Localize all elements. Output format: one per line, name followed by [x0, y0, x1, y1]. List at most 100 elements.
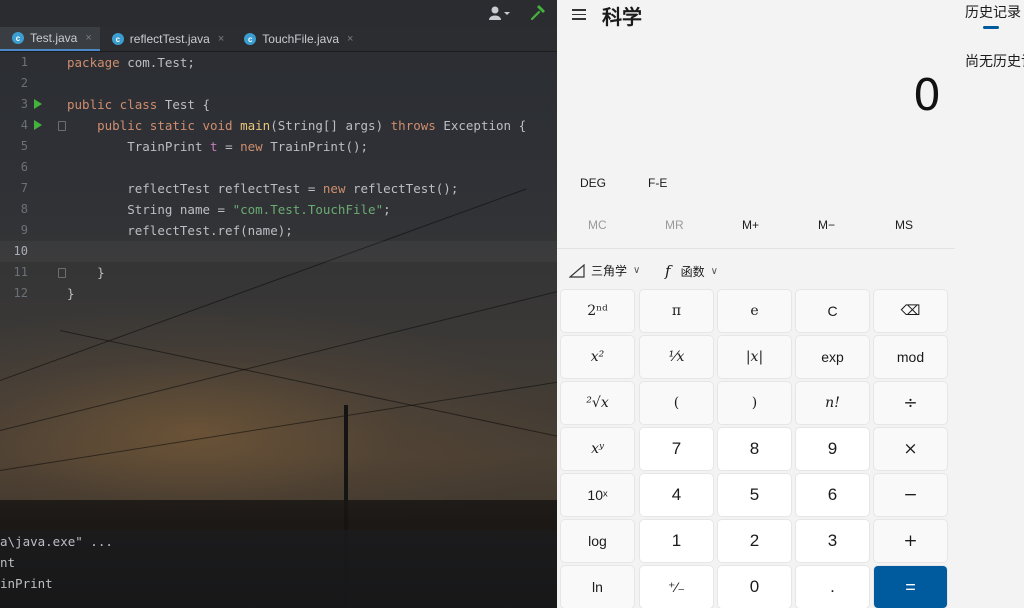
memory-subtract-button[interactable]: M−: [818, 218, 835, 232]
line-number: 5: [20, 139, 28, 153]
digit-7-button[interactable]: 7: [640, 428, 713, 470]
code-text: reflectTest reflectTest = new reflectTes…: [127, 181, 459, 196]
close-icon[interactable]: ×: [347, 33, 353, 45]
code-line[interactable]: 3 public class Test {: [0, 94, 557, 115]
hamburger-icon[interactable]: [572, 6, 586, 20]
mod-button[interactable]: mod: [874, 336, 947, 378]
calculator-window: 科学 0 DEG F-E MC MR M+ M− MS 三角学 ∨ f 函数 ∨…: [557, 0, 955, 608]
chevron-down-icon: ∨: [710, 265, 718, 277]
close-icon[interactable]: ×: [218, 33, 224, 45]
multiply-button[interactable]: ×: [874, 428, 947, 470]
fold-icon[interactable]: [58, 121, 66, 131]
pi-button[interactable]: π: [640, 290, 713, 332]
negate-button[interactable]: ⁺⁄₋: [640, 566, 713, 608]
reciprocal-button[interactable]: ¹⁄x: [640, 336, 713, 378]
tab-reflecttest-java[interactable]: c reflectTest.java ×: [100, 27, 232, 51]
code-line[interactable]: 4 public static void main(String[] args)…: [0, 115, 557, 136]
log-button[interactable]: log: [561, 520, 634, 562]
digit-8-button[interactable]: 8: [718, 428, 791, 470]
absolute-button[interactable]: |x|: [718, 336, 791, 378]
decimal-button[interactable]: .: [796, 566, 869, 608]
code-line[interactable]: 8 String name = "com.Test.TouchFile";: [0, 199, 557, 220]
subtract-button[interactable]: −: [874, 474, 947, 516]
code-line[interactable]: 5 TrainPrint t = new TrainPrint();: [0, 136, 557, 157]
ide-toolbar: [0, 0, 557, 27]
digit-1-button[interactable]: 1: [640, 520, 713, 562]
fold-icon[interactable]: [58, 268, 66, 278]
build-hammer-icon[interactable]: [528, 3, 548, 23]
equals-button[interactable]: =: [874, 566, 947, 608]
divide-button[interactable]: ÷: [874, 382, 947, 424]
code-text: TrainPrint t = new TrainPrint();: [127, 139, 369, 154]
code-line[interactable]: 7 reflectTest reflectTest = new reflectT…: [0, 178, 557, 199]
line-number: 4: [20, 118, 28, 132]
function-dropdown[interactable]: f 函数 ∨: [665, 262, 718, 280]
chevron-down-icon: ∨: [633, 265, 641, 276]
code-line[interactable]: 11 }: [0, 262, 557, 283]
backspace-button[interactable]: ⌫: [874, 290, 947, 332]
square-root-button[interactable]: ²√x: [561, 382, 634, 424]
line-number: 12: [13, 286, 28, 300]
run-console[interactable]: a\java.exe" ... nt inPrint: [0, 530, 557, 608]
line-number: 3: [20, 97, 28, 111]
code-text: public class Test {: [67, 97, 210, 112]
memory-add-button[interactable]: M+: [742, 218, 759, 232]
trigonometry-label: 三角学: [591, 264, 628, 278]
tab-label: reflectTest.java: [129, 32, 210, 46]
code-text: }: [67, 286, 75, 301]
code-line[interactable]: 1 package com.Test;: [0, 52, 557, 73]
function-f-icon: f: [665, 262, 671, 280]
memory-clear-button[interactable]: MC: [588, 218, 607, 232]
angle-mode-button[interactable]: DEG: [580, 176, 606, 190]
java-class-icon: c: [244, 33, 257, 45]
tab-touchfile-java[interactable]: c TouchFile.java ×: [232, 27, 361, 51]
close-paren-button[interactable]: ): [718, 382, 791, 424]
console-line: nt: [0, 555, 16, 570]
ten-power-button[interactable]: 10ˣ: [561, 474, 634, 516]
tab-test-java[interactable]: c Test.java ×: [0, 27, 100, 51]
memory-store-button[interactable]: MS: [895, 218, 913, 232]
java-class-icon: c: [111, 33, 124, 45]
trigonometry-dropdown[interactable]: 三角学 ∨: [569, 262, 640, 279]
memory-recall-button[interactable]: MR: [665, 218, 684, 232]
digit-5-button[interactable]: 5: [718, 474, 791, 516]
factorial-button[interactable]: n!: [796, 382, 869, 424]
line-number: 11: [13, 265, 28, 279]
tab-underline: [983, 26, 999, 29]
calculator-display: 0: [913, 70, 941, 121]
function-label: 函数: [680, 264, 705, 279]
exp-button[interactable]: exp: [796, 336, 869, 378]
add-button[interactable]: +: [874, 520, 947, 562]
digit-0-button[interactable]: 0: [718, 566, 791, 608]
code-editor[interactable]: 1 package com.Test; 2 3 public class Tes…: [0, 52, 557, 532]
tab-history[interactable]: 历史记录: [965, 2, 1021, 22]
second-function-button[interactable]: 2ⁿᵈ: [561, 290, 634, 332]
history-panel: 历史记录 尚无历史记录: [955, 0, 1024, 608]
code-line[interactable]: 12 }: [0, 283, 557, 304]
code-line-current[interactable]: 10: [0, 241, 557, 262]
fe-button[interactable]: F-E: [648, 176, 667, 190]
line-number: 7: [20, 181, 28, 195]
user-icon[interactable]: [488, 5, 512, 21]
line-number: 1: [20, 55, 28, 69]
natural-log-button[interactable]: ln: [561, 566, 634, 608]
code-line[interactable]: 9 reflectTest.ref(name);: [0, 220, 557, 241]
open-paren-button[interactable]: (: [640, 382, 713, 424]
digit-2-button[interactable]: 2: [718, 520, 791, 562]
digit-4-button[interactable]: 4: [640, 474, 713, 516]
close-icon[interactable]: ×: [85, 32, 91, 44]
digit-9-button[interactable]: 9: [796, 428, 869, 470]
triangle-icon: [569, 263, 585, 278]
run-main-icon[interactable]: [34, 120, 42, 130]
power-button[interactable]: xʸ: [561, 428, 634, 470]
code-line[interactable]: 2: [0, 73, 557, 94]
digit-3-button[interactable]: 3: [796, 520, 869, 562]
code-line[interactable]: 6: [0, 157, 557, 178]
digit-6-button[interactable]: 6: [796, 474, 869, 516]
tab-label: Test.java: [30, 31, 78, 45]
clear-button[interactable]: C: [796, 290, 869, 332]
code-text: String name = "com.Test.TouchFile";: [127, 202, 391, 217]
square-button[interactable]: x²: [561, 336, 634, 378]
euler-button[interactable]: e: [718, 290, 791, 332]
run-class-icon[interactable]: [34, 99, 42, 109]
